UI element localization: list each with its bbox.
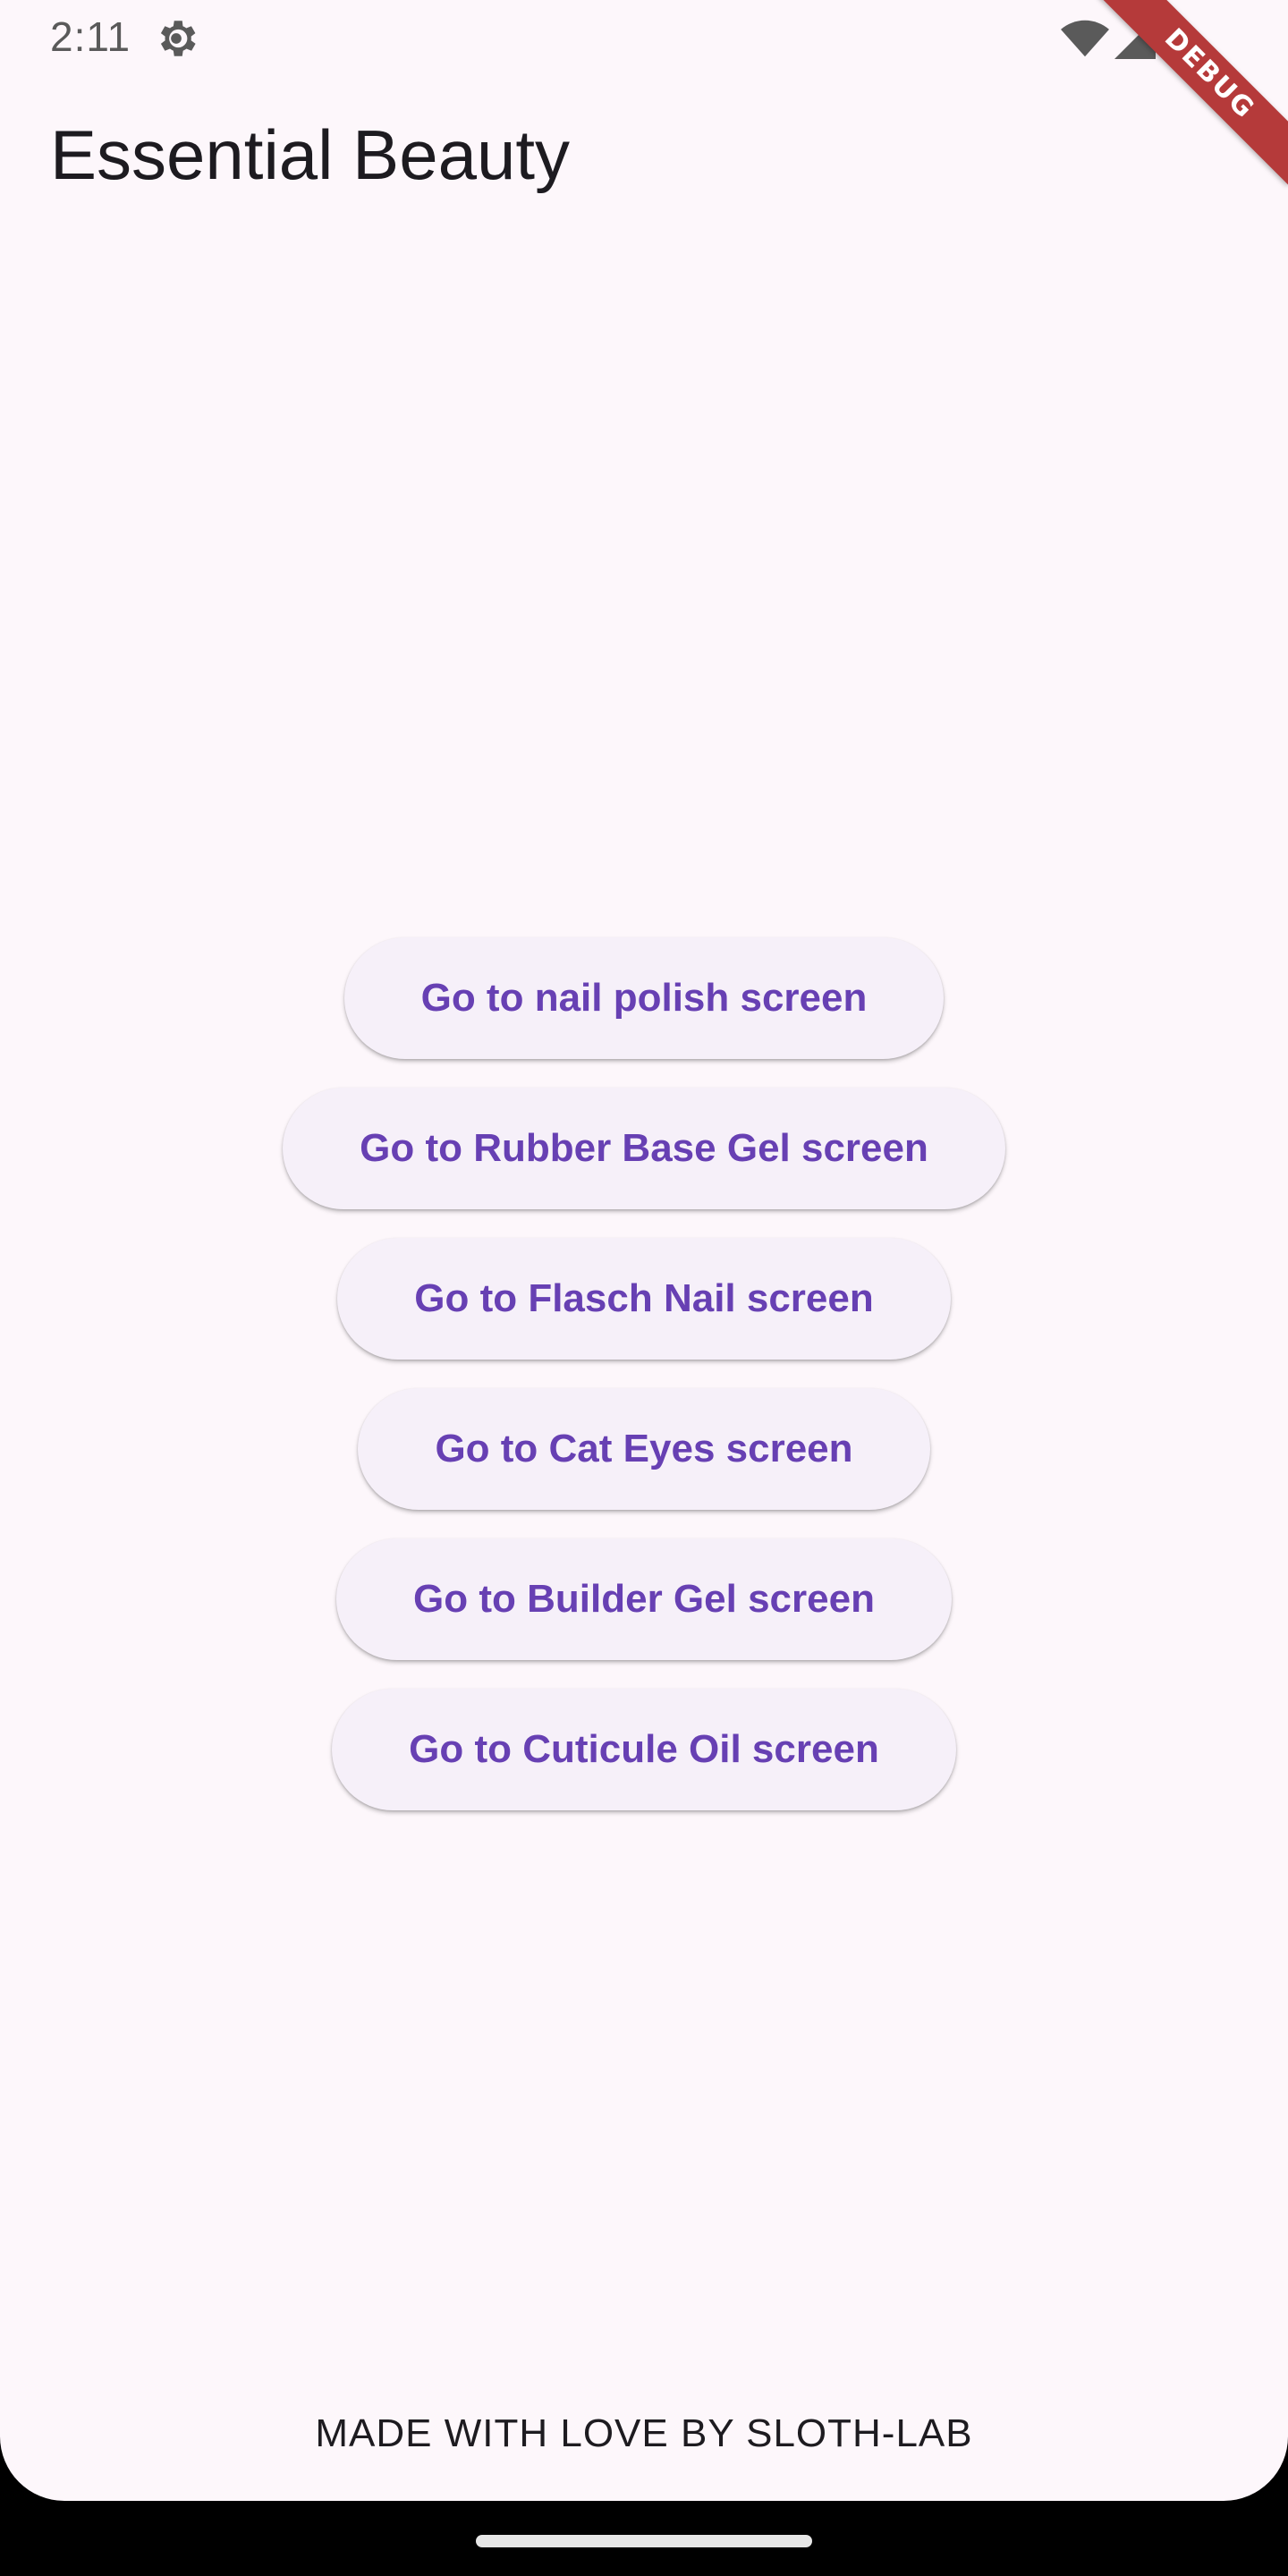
button-list: Go to nail polish screen Go to Rubber Ba… bbox=[0, 937, 1288, 1839]
screen-corner-left bbox=[0, 2436, 64, 2501]
cat-eyes-button[interactable]: Go to Cat Eyes screen bbox=[358, 1388, 930, 1510]
home-gesture-handle[interactable] bbox=[476, 2535, 812, 2547]
rubber-base-gel-button[interactable]: Go to Rubber Base Gel screen bbox=[283, 1088, 1005, 1209]
flasch-nail-button[interactable]: Go to Flasch Nail screen bbox=[337, 1238, 951, 1360]
screen-corner-right bbox=[1224, 2436, 1288, 2501]
debug-label: DEBUG bbox=[1098, 0, 1288, 185]
builder-gel-button[interactable]: Go to Builder Gel screen bbox=[336, 1538, 952, 1660]
nail-polish-button[interactable]: Go to nail polish screen bbox=[343, 937, 945, 1059]
page-title: Essential Beauty bbox=[50, 115, 571, 194]
system-navigation-bar bbox=[0, 2501, 1288, 2576]
footer-credit: MADE WITH LOVE BY SLOTH-LAB bbox=[315, 2411, 973, 2455]
status-time: 2:11 bbox=[50, 13, 131, 60]
debug-banner: DEBUG bbox=[1091, 0, 1288, 197]
cuticule-oil-button[interactable]: Go to Cuticule Oil screen bbox=[332, 1689, 956, 1810]
gear-icon bbox=[160, 21, 196, 56]
